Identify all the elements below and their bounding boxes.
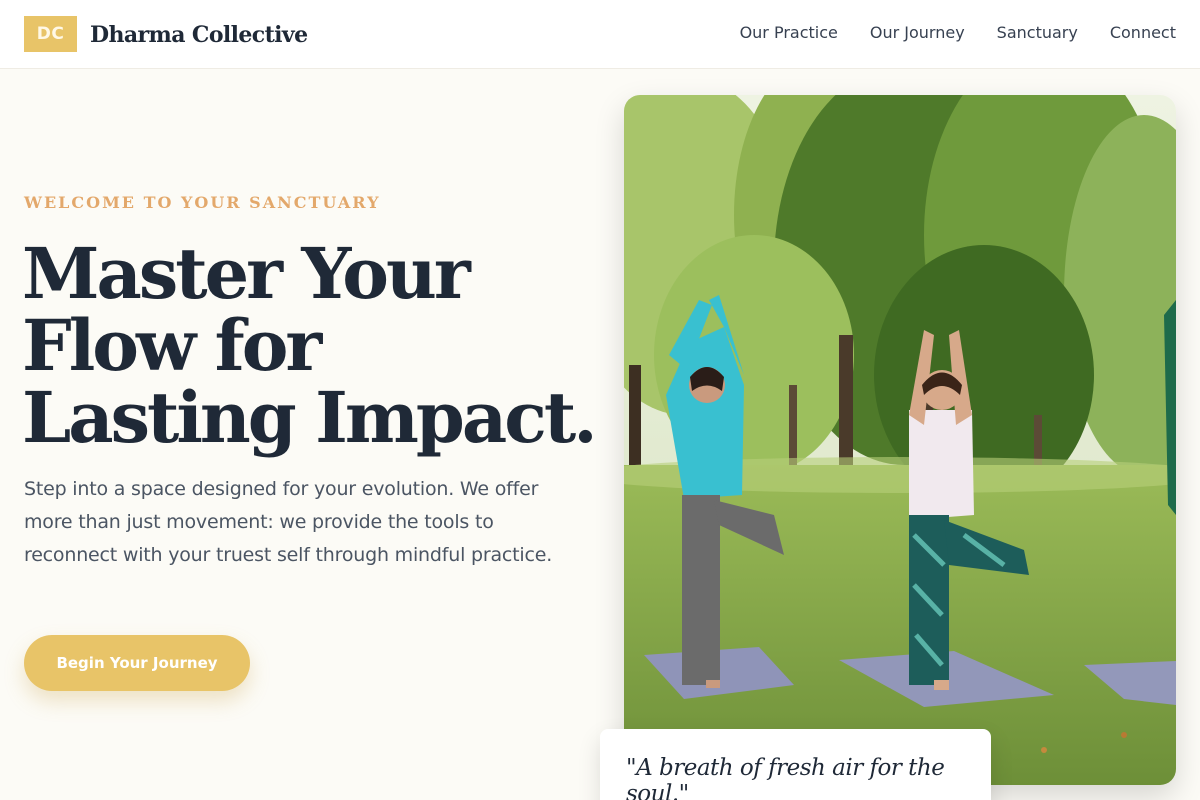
brand-name[interactable]: Dharma Collective [90,18,308,52]
begin-journey-button[interactable]: Begin Your Journey [24,635,250,691]
testimonial-quote: "A breath of fresh air for the soul." [626,755,945,800]
hero-headline: Master Your Flow for Lasting Impact. [22,232,598,459]
testimonial-quote-card: "A breath of fresh air for the soul." [600,729,991,800]
logo-badge[interactable]: DC [24,16,77,52]
main-nav: Our Practice Our Journey Sanctuary Conne… [740,22,1176,44]
nav-link-our-practice[interactable]: Our Practice [740,22,838,44]
hero-lead-paragraph: Step into a space designed for your evol… [24,478,553,566]
hero-photo [624,95,1176,785]
nav-link-connect[interactable]: Connect [1110,22,1176,44]
site-header: DC Dharma Collective Our Practice Our Jo… [0,0,1200,69]
nav-link-our-journey[interactable]: Our Journey [870,22,965,44]
nav-link-sanctuary[interactable]: Sanctuary [997,22,1078,44]
hero-eyebrow: WELCOME TO YOUR SANCTUARY [24,193,381,212]
